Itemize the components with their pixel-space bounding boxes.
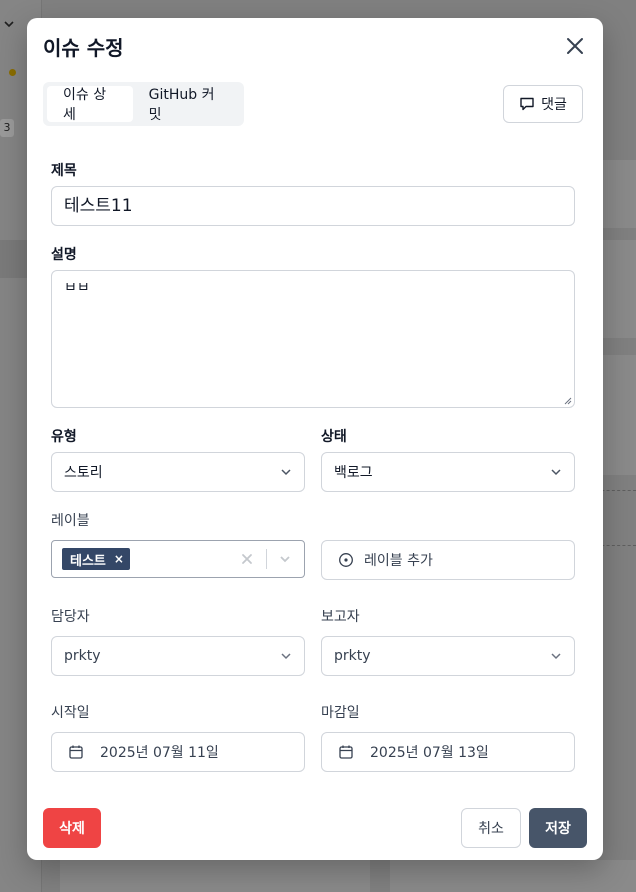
assignee-select[interactable]: prkty: [51, 636, 305, 676]
save-button[interactable]: 저장: [529, 808, 587, 848]
assignee-value: prkty: [64, 648, 101, 664]
description-text: ㅂㅂ: [64, 280, 90, 296]
resize-handle-icon[interactable]: [564, 397, 572, 405]
add-label-button-label: 레이블 추가: [364, 553, 433, 569]
due-date-picker[interactable]: 2025년 07월 13일: [321, 732, 575, 772]
type-value: 스토리: [64, 465, 103, 481]
title-input[interactable]: 테스트11: [51, 186, 575, 226]
tab-github-commits[interactable]: GitHub 커밋: [133, 86, 240, 123]
chevron-down-icon: [551, 653, 561, 660]
description-textarea[interactable]: ㅂㅂ: [51, 270, 575, 408]
label-tag-text: 테스트: [70, 553, 106, 569]
calendar-icon: [339, 745, 353, 759]
reporter-label: 보고자: [321, 609, 360, 625]
chevron-down-icon: [281, 469, 291, 476]
close-button[interactable]: [561, 32, 589, 60]
description-label: 설명: [51, 247, 77, 263]
labels-label: 레이블: [51, 513, 90, 529]
assignee-label: 담당자: [51, 609, 90, 625]
title-label: 제목: [51, 163, 77, 179]
status-label: 상태: [321, 429, 347, 445]
tab-issue-detail[interactable]: 이슈 상세: [47, 86, 133, 123]
label-tag: 테스트 ×: [62, 548, 130, 570]
chevron-down-icon: [3, 18, 15, 33]
remove-tag-icon[interactable]: ×: [114, 552, 124, 566]
clear-icon[interactable]: [238, 550, 256, 568]
background-card: [60, 860, 370, 892]
edit-issue-modal: 이슈 수정 이슈 상세 GitHub 커밋 댓글 제목 테스트11 설명 ㅂㅂ …: [27, 18, 603, 860]
plus-circle-icon: [339, 553, 353, 567]
type-select[interactable]: 스토리: [51, 452, 305, 492]
tab-bar: 이슈 상세 GitHub 커밋: [43, 82, 244, 126]
divider: [266, 549, 267, 569]
start-date-value: 2025년 07월 11일: [100, 745, 219, 761]
due-date-value: 2025년 07월 13일: [370, 745, 489, 761]
background-card: [390, 860, 636, 892]
due-date-label: 마감일: [321, 705, 360, 721]
reporter-select[interactable]: prkty: [321, 636, 575, 676]
comment-button[interactable]: 댓글: [503, 85, 583, 123]
status-select[interactable]: 백로그: [321, 452, 575, 492]
delete-button[interactable]: 삭제: [43, 808, 101, 848]
labels-multiselect[interactable]: 테스트 ×: [51, 540, 305, 578]
chevron-down-icon: [551, 469, 561, 476]
calendar-icon: [69, 745, 83, 759]
reporter-value: prkty: [334, 648, 371, 664]
close-icon: [567, 38, 583, 54]
type-label: 유형: [51, 429, 77, 445]
chevron-down-icon: [281, 653, 291, 660]
start-date-label: 시작일: [51, 705, 90, 721]
add-label-button[interactable]: 레이블 추가: [321, 540, 575, 580]
status-value: 백로그: [334, 465, 373, 481]
sidebar-badge: 3: [0, 119, 14, 137]
start-date-picker[interactable]: 2025년 07월 11일: [51, 732, 305, 772]
comment-button-label: 댓글: [541, 97, 567, 113]
status-dot: [9, 69, 16, 76]
cancel-button[interactable]: 취소: [461, 808, 521, 848]
chevron-down-icon[interactable]: [276, 550, 294, 568]
comment-icon: [520, 97, 534, 111]
modal-title: 이슈 수정: [43, 36, 124, 60]
